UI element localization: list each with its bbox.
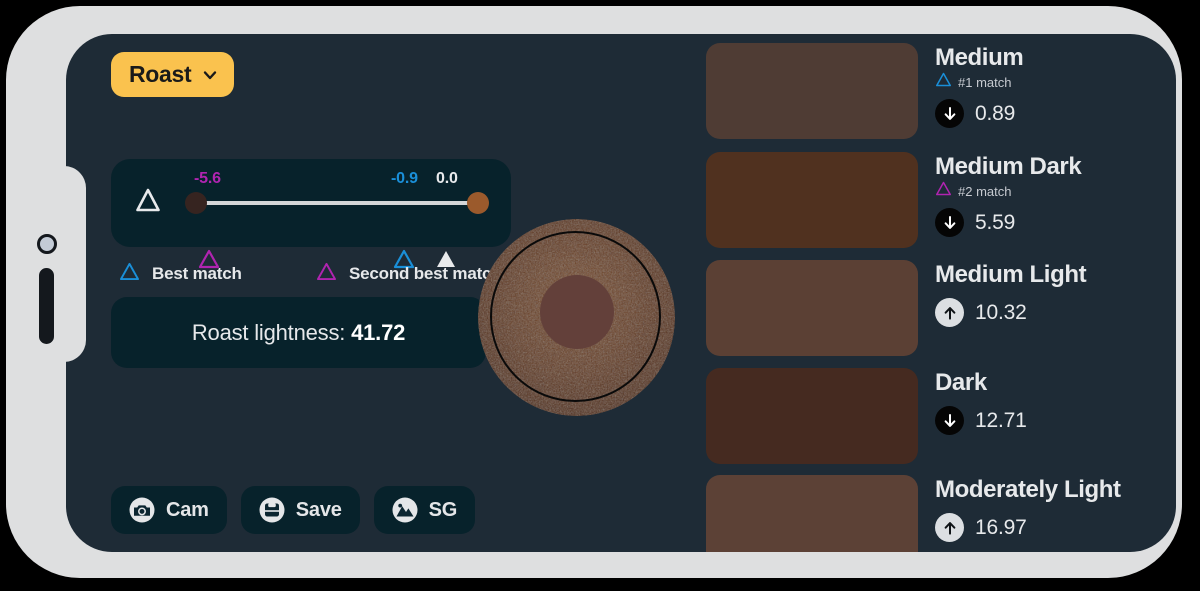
roast-lightness-prefix: Roast lightness:: [191, 319, 352, 345]
slider-knob-right[interactable]: [467, 192, 489, 214]
roast-score-line: 0.89: [935, 99, 1023, 129]
list-item[interactable]: Medium Light 10.32: [706, 260, 1176, 360]
roast-match-line: #1 match: [935, 72, 1023, 92]
phone-screen: Roast -5.6 -0.9 0.0 Best match Second be…: [66, 34, 1176, 552]
list-item[interactable]: Medium #1 match 0.89: [706, 43, 1176, 143]
list-item[interactable]: Moderately Light 16.97: [706, 475, 1176, 552]
save-disk-icon: [259, 497, 285, 523]
chevron-down-icon: [202, 67, 218, 83]
roast-score: 5.59: [975, 210, 1016, 234]
roast-match-rank: #1 match: [958, 74, 1012, 90]
arrow-up-icon: [935, 513, 964, 543]
speaker-slot: [39, 268, 54, 344]
match-legend: Best match Second best match: [111, 262, 511, 288]
roast-score: 16.97: [975, 515, 1027, 539]
bean-average-color-disc: [540, 275, 614, 349]
roast-match-list[interactable]: Medium #1 match 0.89 Medium Dark #2 matc…: [706, 34, 1176, 552]
front-camera-icon: [37, 234, 57, 254]
sg-button[interactable]: SG: [373, 486, 476, 534]
legend-item-second-best-match: Second best match: [316, 262, 502, 286]
cam-button[interactable]: Cam: [111, 486, 227, 534]
app-root: Roast -5.6 -0.9 0.0 Best match Second be…: [66, 34, 1176, 552]
legend-item-best-match: Best match: [119, 262, 242, 286]
save-button-label: Save: [295, 498, 342, 521]
triangle-outline-icon: [316, 262, 337, 286]
arrow-up-icon: [935, 298, 964, 328]
roast-score-line: 5.59: [935, 208, 1081, 238]
roast-score: 12.71: [975, 408, 1027, 432]
arrow-down-icon: [935, 99, 964, 129]
sensor-notch: [28, 166, 86, 362]
slider-value-current: 0.0: [436, 170, 458, 187]
roast-score-line: 16.97: [935, 513, 1121, 543]
screenshot-stage: Roast -5.6 -0.9 0.0 Best match Second be…: [0, 0, 1200, 591]
roast-dropdown-label: Roast: [129, 61, 192, 87]
camera-icon: [129, 497, 155, 523]
roast-match-line: #2 match: [935, 181, 1081, 201]
triangle-outline-icon: [935, 72, 952, 92]
mountain-image-icon: [392, 497, 418, 523]
roast-lightness-value: 41.72: [351, 319, 406, 345]
roast-score-line: 10.32: [935, 298, 1086, 328]
save-button[interactable]: Save: [240, 486, 360, 534]
roast-name: Medium: [935, 44, 1024, 71]
roast-score-line: 12.71: [935, 406, 1027, 436]
arrow-down-icon: [935, 208, 964, 238]
phone-frame: Roast -5.6 -0.9 0.0 Best match Second be…: [6, 6, 1182, 578]
slider-knob-left[interactable]: [185, 192, 207, 214]
roast-match-rank: #2 match: [958, 183, 1012, 199]
arrow-down-icon: [935, 406, 964, 436]
list-item[interactable]: Dark 12.71: [706, 368, 1176, 468]
roast-score: 10.32: [975, 300, 1027, 324]
roast-lightness-text: Roast lightness: 41.72: [191, 319, 406, 346]
roast-swatch: [706, 43, 918, 139]
delta-slider-track[interactable]: -5.6 -0.9 0.0: [185, 170, 489, 269]
roast-swatch: [706, 368, 918, 464]
delta-slider-card: -5.6 -0.9 0.0: [111, 159, 511, 269]
roast-info: Medium #1 match 0.89: [935, 43, 1024, 129]
roast-swatch: [706, 475, 918, 552]
roast-info: Medium Dark #2 match 5.59: [935, 152, 1082, 238]
roast-name: Moderately Light: [935, 476, 1121, 503]
sg-button-label: SG: [428, 498, 458, 521]
slider-value-best: -0.9: [391, 170, 418, 187]
roast-info: Dark 12.71: [935, 368, 1027, 436]
roast-name: Medium Light: [935, 261, 1087, 288]
coffee-grounds-sample[interactable]: [478, 219, 675, 416]
roast-swatch: [706, 260, 918, 356]
slider-value-second-best: -5.6: [194, 170, 221, 187]
triangle-outline-icon: [935, 181, 952, 201]
legend-label-best-match: Best match: [152, 264, 242, 283]
roast-info: Medium Light 10.32: [935, 260, 1087, 328]
list-item[interactable]: Medium Dark #2 match 5.59: [706, 152, 1176, 252]
cam-button-label: Cam: [166, 498, 209, 521]
roast-dropdown-button[interactable]: Roast: [111, 52, 235, 97]
triangle-outline-icon: [119, 262, 140, 286]
action-button-row: Cam Save SG: [111, 486, 476, 534]
roast-lightness-callout: Roast lightness: 41.72: [111, 297, 486, 368]
roast-name: Dark: [935, 369, 987, 396]
roast-swatch: [706, 152, 918, 248]
left-pane: Roast -5.6 -0.9 0.0 Best match Second be…: [66, 34, 706, 552]
roast-score: 0.89: [975, 101, 1016, 125]
roast-info: Moderately Light 16.97: [935, 475, 1121, 543]
roast-name: Medium Dark: [935, 153, 1082, 180]
